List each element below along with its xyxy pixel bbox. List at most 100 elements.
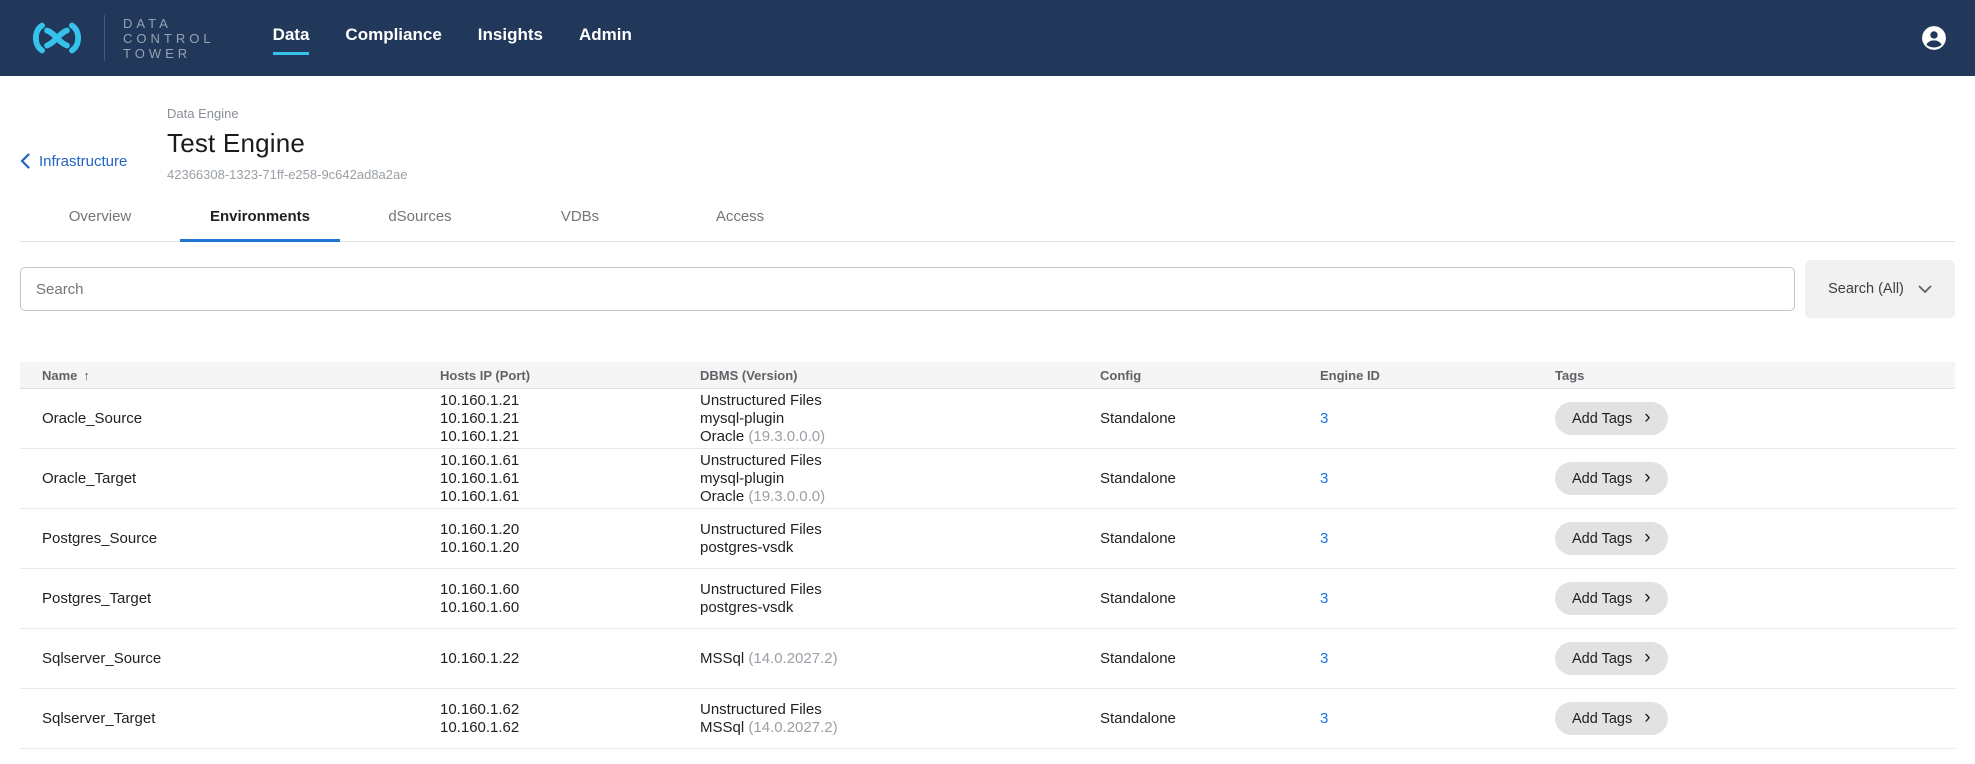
page-header: Infrastructure Data Engine Test Engine 4… — [0, 76, 1975, 182]
cell-config: Standalone — [1100, 530, 1320, 548]
nav-item-data[interactable]: Data — [273, 25, 310, 55]
brand-logo: DATA CONTROL TOWER — [28, 15, 215, 61]
cell-tags: Add Tags › — [1555, 702, 1955, 735]
engine-id-link[interactable]: 3 — [1320, 650, 1328, 667]
column-header-tags[interactable]: Tags — [1555, 368, 1955, 383]
column-header-name[interactable]: Name↑ — [20, 368, 440, 383]
cell-config: Standalone — [1100, 410, 1320, 428]
tab-access[interactable]: Access — [660, 194, 820, 242]
tab-bar: Overview Environments dSources VDBs Acce… — [20, 194, 1955, 242]
add-tags-button[interactable]: Add Tags › — [1555, 522, 1668, 555]
add-tags-label: Add Tags — [1572, 651, 1632, 667]
tab-dsources[interactable]: dSources — [340, 194, 500, 242]
add-tags-button[interactable]: Add Tags › — [1555, 462, 1668, 495]
wordmark-line3: TOWER — [123, 46, 215, 61]
column-header-engine-id[interactable]: Engine ID — [1320, 368, 1555, 383]
cell-tags: Add Tags › — [1555, 582, 1955, 615]
dct-logo-icon — [28, 18, 86, 58]
nav-item-compliance[interactable]: Compliance — [345, 25, 441, 55]
environments-table: Name↑ Hosts IP (Port) DBMS (Version) Con… — [20, 362, 1955, 749]
search-scope-dropdown[interactable]: Search (All) — [1805, 260, 1955, 318]
chevron-right-icon: › — [1644, 468, 1650, 487]
cell-config: Standalone — [1100, 710, 1320, 728]
cell-dbms: Unstructured Filesmysql-pluginOracle (19… — [700, 452, 1100, 506]
chevron-right-icon: › — [1644, 408, 1650, 427]
engine-id-link[interactable]: 3 — [1320, 530, 1328, 547]
back-link-infrastructure[interactable]: Infrastructure — [20, 106, 167, 182]
sort-asc-icon: ↑ — [83, 368, 90, 383]
chevron-right-icon: › — [1644, 588, 1650, 607]
tab-environments[interactable]: Environments — [180, 194, 340, 242]
column-header-hosts[interactable]: Hosts IP (Port) — [440, 368, 700, 383]
table-header-row: Name↑ Hosts IP (Port) DBMS (Version) Con… — [20, 362, 1955, 389]
cell-tags: Add Tags › — [1555, 462, 1955, 495]
table-row: Postgres_Target 10.160.1.6010.160.1.60 U… — [20, 569, 1955, 629]
search-input[interactable] — [20, 267, 1795, 311]
cell-dbms: Unstructured FilesMSSql (14.0.2027.2) — [700, 701, 1100, 737]
cell-config: Standalone — [1100, 650, 1320, 668]
table-row: Sqlserver_Source 10.160.1.22 MSSql (14.0… — [20, 629, 1955, 689]
engine-uuid: 42366308-1323-71ff-e258-9c642ad8a2ae — [167, 167, 407, 182]
cell-name: Sqlserver_Source — [20, 650, 440, 668]
table-body: Oracle_Source 10.160.1.2110.160.1.2110.1… — [20, 389, 1955, 749]
cell-name: Oracle_Source — [20, 410, 440, 428]
search-row: Search (All) — [20, 260, 1955, 318]
main-nav: Data Compliance Insights Admin — [273, 25, 632, 55]
wordmark: DATA CONTROL TOWER — [123, 16, 215, 61]
search-scope-label: Search (All) — [1828, 281, 1904, 297]
header-main: Data Engine Test Engine 42366308-1323-71… — [167, 106, 407, 182]
add-tags-button[interactable]: Add Tags › — [1555, 402, 1668, 435]
cell-dbms: Unstructured Filespostgres-vsdk — [700, 581, 1100, 617]
chevron-left-icon — [20, 153, 30, 169]
cell-dbms: Unstructured Filespostgres-vsdk — [700, 521, 1100, 557]
cell-engine-id: 3 — [1320, 530, 1555, 548]
engine-id-link[interactable]: 3 — [1320, 590, 1328, 607]
nav-item-insights[interactable]: Insights — [478, 25, 543, 55]
cell-hosts: 10.160.1.22 — [440, 650, 700, 668]
tab-vdbs[interactable]: VDBs — [500, 194, 660, 242]
cell-dbms: MSSql (14.0.2027.2) — [700, 650, 1100, 668]
tab-overview[interactable]: Overview — [20, 194, 180, 242]
cell-tags: Add Tags › — [1555, 642, 1955, 675]
add-tags-label: Add Tags — [1572, 411, 1632, 427]
cell-hosts: 10.160.1.2110.160.1.2110.160.1.21 — [440, 392, 700, 446]
chevron-right-icon: › — [1644, 708, 1650, 727]
page-title: Test Engine — [167, 128, 407, 159]
add-tags-button[interactable]: Add Tags › — [1555, 702, 1668, 735]
cell-engine-id: 3 — [1320, 470, 1555, 488]
add-tags-label: Add Tags — [1572, 591, 1632, 607]
column-header-dbms[interactable]: DBMS (Version) — [700, 368, 1100, 383]
chevron-right-icon: › — [1644, 648, 1650, 667]
column-header-config[interactable]: Config — [1100, 368, 1320, 383]
add-tags-button[interactable]: Add Tags › — [1555, 642, 1668, 675]
wordmark-line1: DATA — [123, 16, 215, 31]
cell-hosts: 10.160.1.6010.160.1.60 — [440, 581, 700, 617]
cell-name: Sqlserver_Target — [20, 710, 440, 728]
cell-name: Oracle_Target — [20, 470, 440, 488]
engine-id-link[interactable]: 3 — [1320, 710, 1328, 727]
cell-hosts: 10.160.1.6210.160.1.62 — [440, 701, 700, 737]
table-row: Sqlserver_Target 10.160.1.6210.160.1.62 … — [20, 689, 1955, 749]
cell-hosts: 10.160.1.6110.160.1.6110.160.1.61 — [440, 452, 700, 506]
add-tags-label: Add Tags — [1572, 711, 1632, 727]
logo-divider — [104, 15, 105, 61]
cell-config: Standalone — [1100, 470, 1320, 488]
top-navbar: DATA CONTROL TOWER Data Compliance Insig… — [0, 0, 1975, 76]
add-tags-label: Add Tags — [1572, 471, 1632, 487]
chevron-right-icon: › — [1644, 528, 1650, 547]
breadcrumb: Data Engine — [167, 106, 407, 121]
account-icon[interactable] — [1921, 25, 1947, 51]
engine-id-link[interactable]: 3 — [1320, 410, 1328, 427]
add-tags-label: Add Tags — [1572, 531, 1632, 547]
cell-tags: Add Tags › — [1555, 522, 1955, 555]
nav-item-admin[interactable]: Admin — [579, 25, 632, 55]
cell-name: Postgres_Source — [20, 530, 440, 548]
add-tags-button[interactable]: Add Tags › — [1555, 582, 1668, 615]
engine-id-link[interactable]: 3 — [1320, 470, 1328, 487]
cell-engine-id: 3 — [1320, 410, 1555, 428]
cell-config: Standalone — [1100, 590, 1320, 608]
cell-engine-id: 3 — [1320, 650, 1555, 668]
cell-tags: Add Tags › — [1555, 402, 1955, 435]
table-row: Oracle_Target 10.160.1.6110.160.1.6110.1… — [20, 449, 1955, 509]
back-link-label: Infrastructure — [39, 153, 127, 170]
